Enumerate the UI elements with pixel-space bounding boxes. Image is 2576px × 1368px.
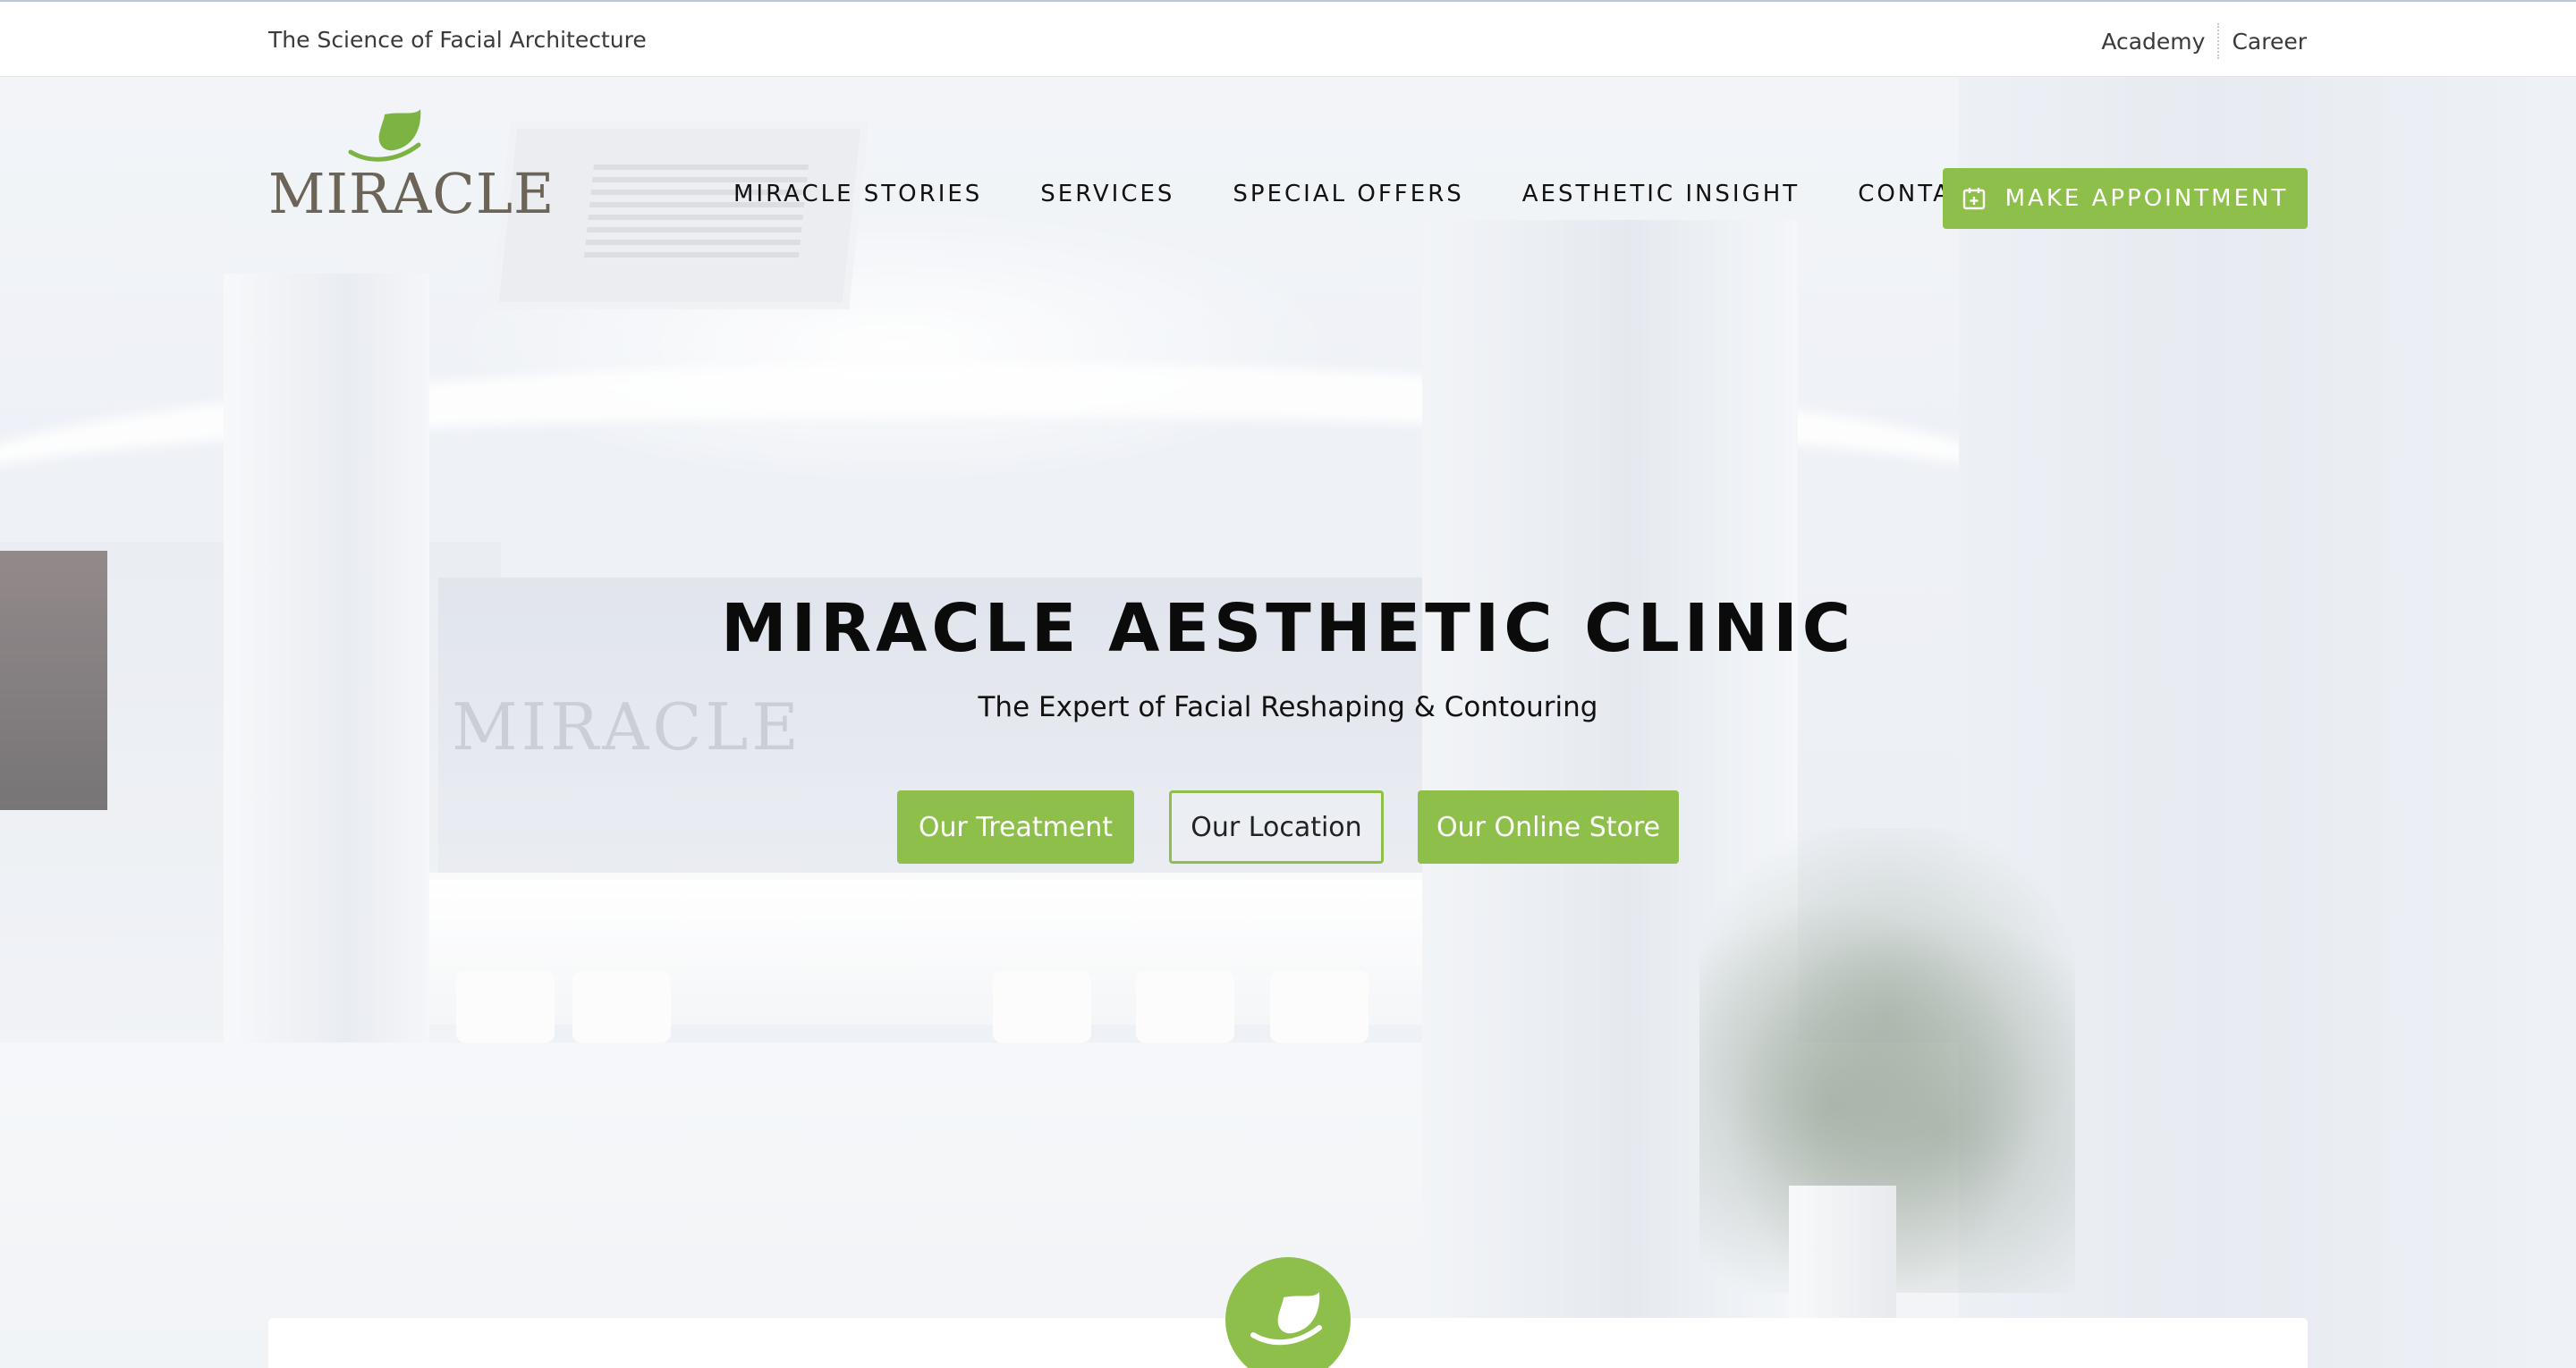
calendar-plus-icon — [1962, 188, 1985, 210]
hero-subtitle: The Expert of Facial Reshaping & Contour… — [978, 691, 1598, 723]
make-appointment-button[interactable]: MAKE APPOINTMENT — [1943, 168, 2308, 229]
logo-wordmark: MIRACLE — [268, 161, 555, 226]
nav-item-miracle-stories[interactable]: MIRACLE STORIES — [733, 181, 982, 207]
nav-item-aesthetic-insight[interactable]: AESTHETIC INSIGHT — [1522, 181, 1800, 207]
nav-item-special-offers[interactable]: SPECIAL OFFERS — [1233, 181, 1463, 207]
career-link[interactable]: Career — [2219, 29, 2307, 55]
our-treatment-button[interactable]: Our Treatment — [897, 790, 1134, 864]
main-header: MIRACLE MIRACLE STORIES SERVICES SPECIAL… — [0, 77, 2576, 247]
our-online-store-button[interactable]: Our Online Store — [1418, 790, 1679, 864]
site-logo[interactable]: MIRACLE — [268, 107, 554, 226]
nav-item-services[interactable]: SERVICES — [1040, 181, 1174, 207]
site-tagline: The Science of Facial Architecture — [268, 27, 647, 53]
top-utility-bar: The Science of Facial Architecture Acade… — [0, 0, 2576, 77]
make-appointment-label: MAKE APPOINTMENT — [2004, 185, 2289, 212]
our-location-button[interactable]: Our Location — [1169, 790, 1384, 864]
academy-link[interactable]: Academy — [2089, 29, 2217, 55]
leaf-icon — [348, 109, 421, 162]
hero-title: MIRACLE AESTHETIC CLINIC — [720, 590, 1856, 667]
primary-nav: MIRACLE STORIES SERVICES SPECIAL OFFERS … — [733, 181, 1987, 207]
utility-links: Academy Career — [2089, 21, 2307, 61]
leaf-icon — [1250, 1292, 1322, 1346]
